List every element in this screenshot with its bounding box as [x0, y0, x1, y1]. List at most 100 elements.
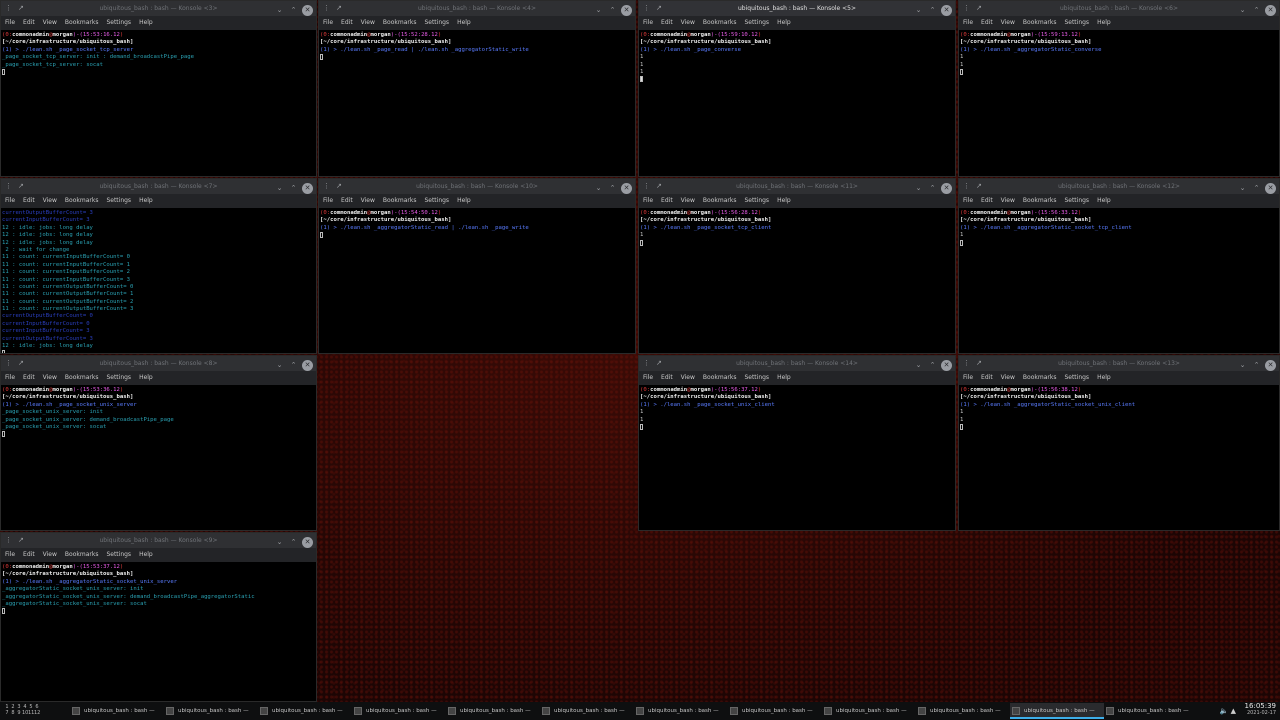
- menu-item-edit[interactable]: Edit: [23, 19, 35, 26]
- maximize-icon[interactable]: ⌃: [607, 5, 618, 16]
- menu-item-bookmarks[interactable]: Bookmarks: [65, 197, 99, 204]
- close-icon[interactable]: ✕: [302, 5, 313, 16]
- menu-item-view[interactable]: View: [1001, 19, 1015, 26]
- window-titlebar[interactable]: ⋮ ↗ ubiquitous_bash : bash — Konsole <6> ⌄ ⌃…: [959, 1, 1279, 16]
- konsole-window[interactable]: ⋮ ↗ ubiquitous_bash : bash — Konsole <9> ⌄ ⌃…: [0, 532, 317, 702]
- minimize-icon[interactable]: ⌄: [913, 5, 924, 16]
- minimize-icon[interactable]: ⌄: [274, 360, 285, 371]
- menu-item-settings[interactable]: Settings: [106, 197, 131, 204]
- close-icon[interactable]: ✕: [941, 360, 952, 371]
- window-titlebar[interactable]: ⋮ ↗ ubiquitous_bash : bash — Konsole <10> ⌄…: [319, 179, 635, 194]
- terminal-output[interactable]: (0:commonadmin@morgan)-(15:59:10.12) [~/c…: [639, 30, 955, 84]
- terminal-output[interactable]: (0:commonadmin@morgan)-(15:56:38.12) [~/c…: [959, 385, 1279, 432]
- menu-item-bookmarks[interactable]: Bookmarks: [703, 19, 737, 26]
- menu-item-help[interactable]: Help: [777, 374, 791, 381]
- menu-item-bookmarks[interactable]: Bookmarks: [1023, 374, 1057, 381]
- menu-item-edit[interactable]: Edit: [23, 551, 35, 558]
- window-titlebar[interactable]: ⋮ ↗ ubiquitous_bash : bash — Konsole <9> ⌄ ⌃…: [1, 533, 316, 548]
- task-button[interactable]: ubiquitous_bash : bash —: [258, 703, 352, 719]
- menu-item-settings[interactable]: Settings: [106, 374, 131, 381]
- window-titlebar[interactable]: ⋮ ↗ ubiquitous_bash : bash — Konsole <13> ⌄…: [959, 356, 1279, 371]
- expand-tray-icon[interactable]: ▲: [1231, 707, 1236, 715]
- menu-item-settings[interactable]: Settings: [424, 197, 449, 204]
- menu-item-edit[interactable]: Edit: [661, 374, 673, 381]
- menu-item-file[interactable]: File: [5, 197, 15, 204]
- menu-item-help[interactable]: Help: [1097, 19, 1111, 26]
- menu-item-file[interactable]: File: [323, 197, 333, 204]
- maximize-icon[interactable]: ⌃: [607, 183, 618, 194]
- menu-item-settings[interactable]: Settings: [1064, 374, 1089, 381]
- virtual-desktop-pager[interactable]: 123456 7 8 9101112: [4, 704, 64, 716]
- menu-item-edit[interactable]: Edit: [661, 197, 673, 204]
- menu-item-help[interactable]: Help: [139, 19, 153, 26]
- close-icon[interactable]: ✕: [941, 183, 952, 194]
- maximize-icon[interactable]: ⌃: [927, 5, 938, 16]
- menu-item-bookmarks[interactable]: Bookmarks: [703, 374, 737, 381]
- menu-item-settings[interactable]: Settings: [424, 19, 449, 26]
- minimize-icon[interactable]: ⌄: [274, 183, 285, 194]
- konsole-window[interactable]: ⋮ ↗ ubiquitous_bash : bash — Konsole <10> ⌄…: [318, 178, 636, 354]
- minimize-icon[interactable]: ⌄: [274, 537, 285, 548]
- menu-item-help[interactable]: Help: [1097, 197, 1111, 204]
- konsole-window[interactable]: ⋮ ↗ ubiquitous_bash : bash — Konsole <13> ⌄…: [958, 355, 1280, 531]
- menu-item-help[interactable]: Help: [457, 197, 471, 204]
- konsole-window[interactable]: ⋮ ↗ ubiquitous_bash : bash — Konsole <5> ⌄ ⌃…: [638, 0, 956, 177]
- terminal-output[interactable]: (0:commonadmin@morgan)-(15:53:36.12) [~/c…: [1, 385, 316, 439]
- menu-item-bookmarks[interactable]: Bookmarks: [65, 19, 99, 26]
- menu-item-edit[interactable]: Edit: [341, 197, 353, 204]
- terminal-output[interactable]: (0:commonadmin@morgan)-(15:56:37.12) [~/c…: [639, 385, 955, 432]
- menu-item-help[interactable]: Help: [777, 19, 791, 26]
- menu-item-file[interactable]: File: [5, 374, 15, 381]
- close-icon[interactable]: ✕: [621, 5, 632, 16]
- menu-item-help[interactable]: Help: [139, 374, 153, 381]
- volume-icon[interactable]: 🔈: [1220, 707, 1229, 715]
- menu-item-edit[interactable]: Edit: [661, 19, 673, 26]
- window-titlebar[interactable]: ⋮ ↗ ubiquitous_bash : bash — Konsole <11> ⌄…: [639, 179, 955, 194]
- menu-item-file[interactable]: File: [963, 19, 973, 26]
- window-titlebar[interactable]: ⋮ ↗ ubiquitous_bash : bash — Konsole <8> ⌄ ⌃…: [1, 356, 316, 371]
- minimize-icon[interactable]: ⌄: [913, 183, 924, 194]
- menu-item-edit[interactable]: Edit: [981, 197, 993, 204]
- close-icon[interactable]: ✕: [302, 183, 313, 194]
- task-button[interactable]: ubiquitous_bash : bash —: [446, 703, 540, 719]
- menu-item-edit[interactable]: Edit: [341, 19, 353, 26]
- terminal-output[interactable]: (0:commonadmin@morgan)-(15:54:50.12) [~/c…: [319, 208, 635, 240]
- terminal-output[interactable]: (0:commonadmin@morgan)-(15:53:37.12) [~/c…: [1, 562, 316, 616]
- task-button[interactable]: ubiquitous_bash : bash —: [1010, 703, 1104, 719]
- menu-item-bookmarks[interactable]: Bookmarks: [383, 197, 417, 204]
- terminal-output[interactable]: (0:commonadmin@morgan)-(15:56:33.12) [~/c…: [959, 208, 1279, 247]
- konsole-window[interactable]: ⋮ ↗ ubiquitous_bash : bash — Konsole <14> ⌄…: [638, 355, 956, 531]
- menu-item-bookmarks[interactable]: Bookmarks: [65, 374, 99, 381]
- menu-item-settings[interactable]: Settings: [106, 19, 131, 26]
- minimize-icon[interactable]: ⌄: [1237, 5, 1248, 16]
- menu-item-settings[interactable]: Settings: [744, 197, 769, 204]
- task-button[interactable]: ubiquitous_bash : bash —: [916, 703, 1010, 719]
- task-button[interactable]: ubiquitous_bash : bash —: [1104, 703, 1198, 719]
- menu-item-settings[interactable]: Settings: [744, 19, 769, 26]
- menu-item-file[interactable]: File: [5, 551, 15, 558]
- task-button[interactable]: ubiquitous_bash : bash —: [352, 703, 446, 719]
- menu-item-file[interactable]: File: [963, 197, 973, 204]
- task-button[interactable]: ubiquitous_bash : bash —: [728, 703, 822, 719]
- menu-item-bookmarks[interactable]: Bookmarks: [383, 19, 417, 26]
- minimize-icon[interactable]: ⌄: [593, 5, 604, 16]
- menu-item-file[interactable]: File: [643, 374, 653, 381]
- menu-item-view[interactable]: View: [43, 551, 57, 558]
- window-titlebar[interactable]: ⋮ ↗ ubiquitous_bash : bash — Konsole <4> ⌄ ⌃…: [319, 1, 635, 16]
- maximize-icon[interactable]: ⌃: [288, 360, 299, 371]
- maximize-icon[interactable]: ⌃: [1251, 183, 1262, 194]
- minimize-icon[interactable]: ⌄: [1237, 360, 1248, 371]
- task-button[interactable]: ubiquitous_bash : bash —: [634, 703, 728, 719]
- menu-item-view[interactable]: View: [681, 19, 695, 26]
- terminal-output[interactable]: (0:commonadmin@morgan)-(15:52:28.12) [~/c…: [319, 30, 635, 62]
- close-icon[interactable]: ✕: [302, 360, 313, 371]
- menu-item-help[interactable]: Help: [139, 551, 153, 558]
- close-icon[interactable]: ✕: [1265, 360, 1276, 371]
- konsole-window[interactable]: ⋮ ↗ ubiquitous_bash : bash — Konsole <12> ⌄…: [958, 178, 1280, 354]
- konsole-window[interactable]: ⋮ ↗ ubiquitous_bash : bash — Konsole <7> ⌄ ⌃…: [0, 178, 317, 354]
- minimize-icon[interactable]: ⌄: [1237, 183, 1248, 194]
- menu-item-view[interactable]: View: [681, 374, 695, 381]
- menu-item-edit[interactable]: Edit: [981, 19, 993, 26]
- menu-item-bookmarks[interactable]: Bookmarks: [65, 551, 99, 558]
- menu-item-view[interactable]: View: [43, 197, 57, 204]
